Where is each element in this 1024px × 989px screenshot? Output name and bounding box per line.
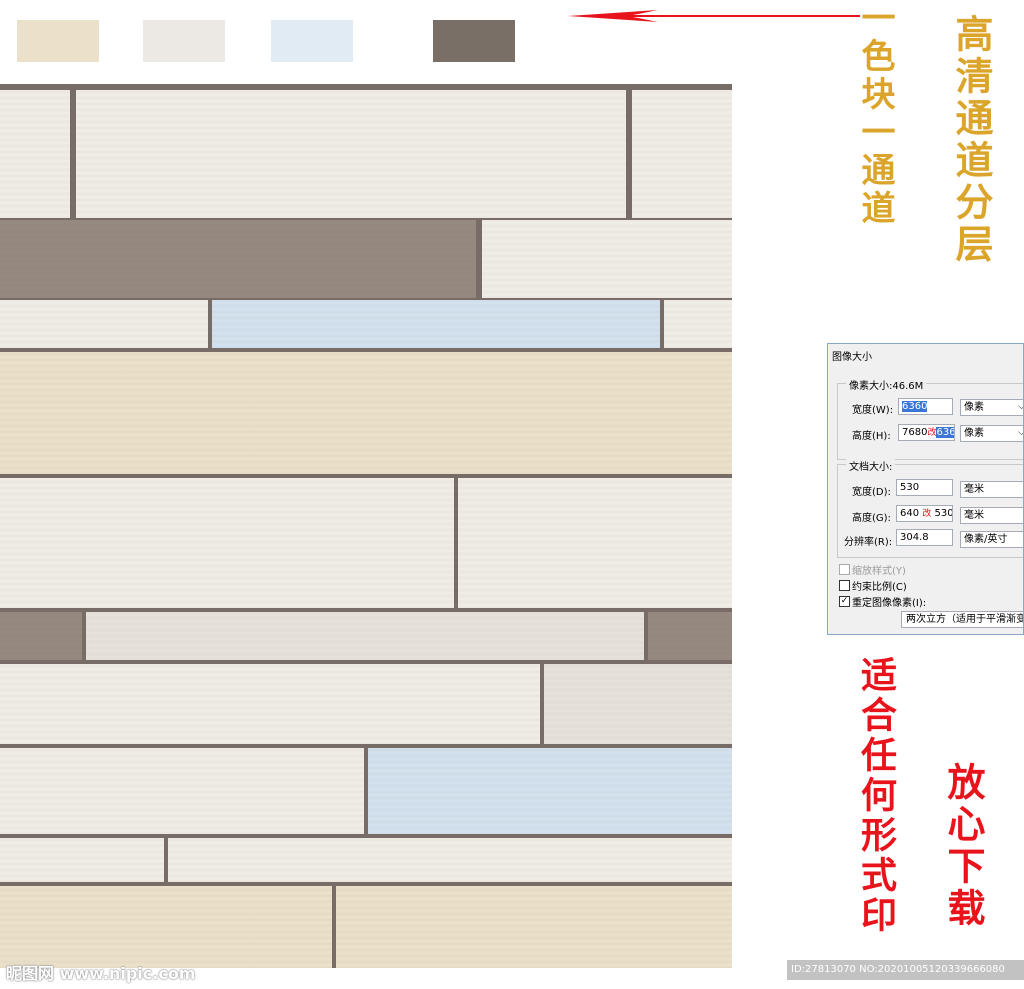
doc-height-input[interactable]: 640 改 530: [896, 505, 953, 522]
pixel-dimensions-group: 像素大小:46.6M: [837, 377, 1023, 460]
wood-plank: [648, 612, 732, 660]
doc-width-unit-select[interactable]: 毫米: [960, 481, 1023, 498]
resample-image-checkbox[interactable]: ✓ 重定图像像素(I):: [839, 594, 926, 609]
color-swatch-cream: [17, 20, 99, 62]
resolution-label: 分辨率(R):: [844, 537, 893, 548]
wood-plank: [336, 886, 732, 968]
site-watermark: 昵图网 www.nipic.com: [6, 964, 196, 983]
resolution-input[interactable]: 304.8: [896, 529, 953, 546]
scale-styles-checkbox[interactable]: 缩放样式(Y): [839, 562, 906, 577]
chevron-down-icon: ⌵: [1018, 426, 1023, 441]
resample-method-select[interactable]: 两次立方（适用于平滑渐变: [901, 611, 1023, 628]
wood-plank: [0, 478, 454, 608]
wood-plank: [76, 90, 626, 218]
chevron-down-icon: ⌵: [1018, 400, 1023, 415]
annotation-download-safely: 放心下载: [941, 762, 986, 930]
wood-plank: [0, 352, 732, 474]
color-swatch-brown: [433, 20, 515, 62]
wood-plank: [86, 612, 644, 660]
wood-plank: [368, 748, 732, 834]
height-unit-select[interactable]: 像素⌵: [960, 425, 1023, 442]
image-id-bar: ID:27813070 NO:20201005120339666080: [787, 960, 1024, 980]
doc-height-unit-select[interactable]: 毫米: [960, 507, 1023, 524]
height-input[interactable]: 7680改6360: [898, 424, 955, 441]
wood-plank: [632, 90, 732, 218]
dialog-title: 图像大小: [832, 352, 872, 363]
wood-plank-texture: [0, 84, 732, 968]
wood-plank: [0, 612, 82, 660]
width-input[interactable]: 6360: [898, 398, 953, 415]
wood-plank: [664, 300, 732, 348]
annotation-hd-channel-layers: 高清通道分层: [949, 14, 994, 266]
wood-plank: [0, 90, 70, 218]
wood-plank: [0, 838, 164, 882]
wood-plank: [0, 664, 540, 744]
wood-plank: [0, 748, 364, 834]
annotation-color-block-channel: 一色块一通道: [855, 0, 895, 228]
doc-height-label: 高度(G):: [852, 513, 891, 524]
arrow-left-icon: [568, 10, 860, 22]
wood-plank: [458, 478, 732, 608]
document-size-label: 文档大小:: [846, 458, 896, 473]
wood-plank: [0, 220, 476, 298]
wood-plank: [168, 838, 732, 882]
color-swatch-blue: [271, 20, 353, 62]
pixel-size-label: 像素大小:46.6M: [846, 377, 927, 392]
doc-width-input[interactable]: 530: [896, 479, 953, 496]
doc-width-label: 宽度(D):: [852, 487, 891, 498]
wood-plank: [544, 664, 732, 744]
annotation-suitable-any-print: 适合任何形式印: [855, 656, 897, 936]
resolution-unit-select[interactable]: 像素/英寸: [960, 531, 1023, 548]
width-label: 宽度(W):: [852, 405, 894, 416]
wood-plank: [0, 886, 332, 968]
image-size-dialog: 图像大小 像素大小:46.6M 宽度(W): 6360 像素⌵ 高度(H): 7…: [827, 343, 1024, 635]
constrain-proportions-checkbox[interactable]: 约束比例(C): [839, 578, 907, 593]
color-swatch-white: [143, 20, 225, 62]
width-unit-select[interactable]: 像素⌵: [960, 399, 1023, 416]
wood-plank: [212, 300, 660, 348]
height-label: 高度(H):: [852, 431, 891, 442]
wood-plank: [0, 300, 208, 348]
wood-plank: [482, 220, 732, 298]
